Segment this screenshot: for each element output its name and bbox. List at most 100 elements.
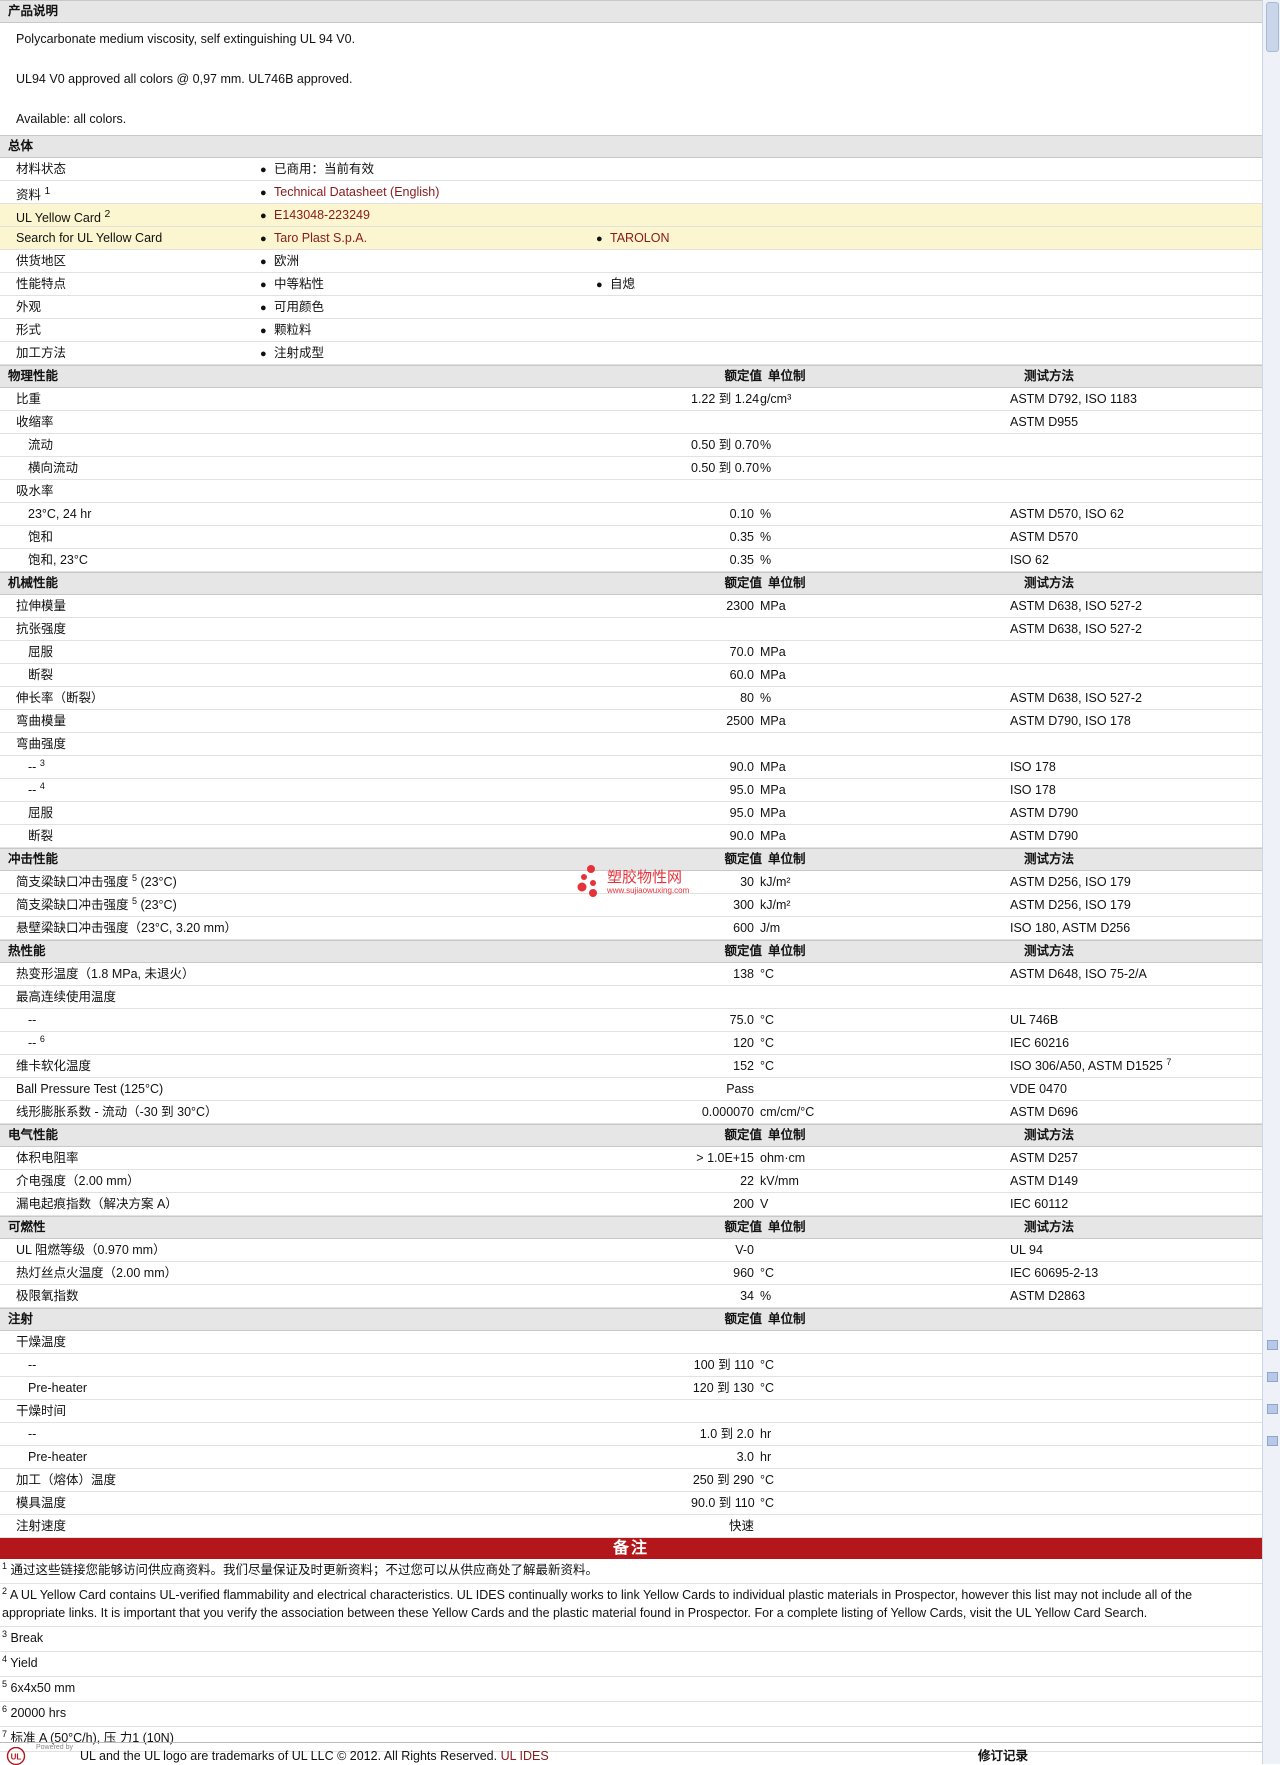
property-name: 屈服 (28, 645, 54, 659)
property-unit: MPa (760, 668, 786, 682)
section-header-description: 产品说明 (0, 0, 1262, 23)
general-link[interactable]: TAROLON (610, 231, 670, 245)
property-row: 吸水率 (0, 480, 1262, 503)
section-header-general: 总体 (0, 135, 1262, 158)
property-value: 0.10 (729, 507, 754, 521)
test-method-text: UL 746B (1010, 1013, 1059, 1027)
footnote-number: 6 (2, 1704, 8, 1714)
test-method: UL 746B (1010, 1009, 1262, 1031)
property-name: 加工（熔体）温度 (16, 1473, 117, 1487)
ul-ides-link[interactable]: UL IDES (501, 1749, 549, 1763)
column-header-method: 测试方法 (1024, 1220, 1075, 1234)
general-row: Search for UL Yellow Card ● Taro Plast S.p… (0, 227, 1262, 250)
footnote-text: 通过这些链接您能够访问供应商资料。我们尽量保证及时更新资料；不过您可以从供应商处… (10, 1563, 599, 1577)
property-row: 漏电起痕指数（解决方案 A） 200 V IEC 60112 (0, 1193, 1262, 1216)
property-value: 0.35 (729, 530, 754, 544)
property-label: 热灯丝点火温度（2.00 mm） (0, 1262, 691, 1284)
property-name: -- (28, 760, 37, 774)
general-info-list: 材料状态 ● 已商用：当前有效 资料 1 ● Technical Datasheet (E… (0, 158, 1262, 365)
property-row: 横向流动 0.50 到 0.70% (0, 457, 1262, 480)
test-method: ASTM D790, ISO 178 (1010, 710, 1262, 732)
property-unit: % (760, 691, 772, 705)
footnote-item: 6 20000 hrs (0, 1702, 1262, 1727)
property-label: 断裂 (0, 825, 691, 847)
general-link[interactable]: Technical Datasheet (English) (274, 185, 439, 199)
property-value: 0.35 (729, 553, 754, 567)
property-value: 1.0 到 2.0 (699, 1427, 754, 1441)
property-unit: kV/mm (760, 1174, 799, 1188)
property-name: Pre-heater (28, 1381, 88, 1395)
property-unit: MPa (760, 714, 786, 728)
general-row: 外观 ● 可用颜色 (0, 296, 1262, 319)
general-row-item: ● 注射成型 (260, 342, 596, 364)
label-text: 加工方法 (16, 346, 67, 360)
property-unit: °C (760, 1013, 775, 1027)
property-value: Pass (726, 1082, 754, 1096)
property-label: 注射速度 (0, 1515, 691, 1537)
property-name: Pre-heater (28, 1450, 88, 1464)
property-name: 饱和 (28, 530, 54, 544)
property-value (691, 480, 754, 502)
property-label: 收缩率 (0, 411, 691, 433)
test-method (1010, 1354, 1262, 1376)
property-unit: MPa (760, 645, 786, 659)
test-method: ASTM D256, ISO 179 (1010, 894, 1262, 916)
property-row: -- 3 90.0 MPa ISO 178 (0, 756, 1262, 779)
test-method-text: ASTM D149 (1010, 1174, 1079, 1188)
scrollbar-thumb[interactable] (1266, 2, 1279, 52)
property-label: 干燥时间 (0, 1400, 691, 1422)
property-unit: °C (760, 1059, 775, 1073)
property-label: 屈服 (0, 802, 691, 824)
property-name: 饱和, 23°C (28, 553, 88, 567)
property-unit (754, 733, 1010, 755)
watermark-url: www.sujiaowuxing.com (607, 886, 690, 895)
footnote-text: Break (10, 1631, 44, 1645)
property-row: 流动 0.50 到 0.70% (0, 434, 1262, 457)
test-method: ASTM D638, ISO 527-2 (1010, 595, 1262, 617)
general-link[interactable]: E143048-223249 (274, 208, 370, 222)
test-method-text: ASTM D638, ISO 527-2 (1010, 599, 1143, 613)
ul-logo-icon: UL (6, 1747, 26, 1765)
property-label: Pre-heater (0, 1377, 691, 1399)
property-label: -- 4 (0, 779, 691, 801)
general-row: 资料 1 ● Technical Datasheet (English) (0, 181, 1262, 204)
test-method (1010, 1400, 1262, 1422)
property-name: 注射速度 (16, 1519, 67, 1533)
general-value: 自熄 (610, 277, 636, 291)
property-row: 拉伸模量 2300 MPa ASTM D638, ISO 527-2 (0, 595, 1262, 618)
property-value (691, 986, 754, 1008)
product-description: Polycarbonate medium viscosity, self ext… (0, 23, 1262, 135)
property-value: 34 (740, 1289, 754, 1303)
property-row: UL 阻燃等级（0.970 mm） V-0 UL 94 (0, 1239, 1262, 1262)
property-condition: (23°C) (137, 875, 177, 889)
property-value: 22 (740, 1174, 754, 1188)
property-value: 60.0 (729, 668, 754, 682)
general-link[interactable]: Taro Plast S.p.A. (274, 231, 367, 245)
property-row: 加工（熔体）温度 250 到 290 °C (0, 1469, 1262, 1492)
property-name: 模具温度 (16, 1496, 67, 1510)
property-unit (754, 618, 1010, 640)
footnote-ref: 6 (39, 1034, 45, 1044)
property-row: -- 6 120 °C IEC 60216 (0, 1032, 1262, 1055)
revision-history-label[interactable]: 修订记录 (978, 1747, 1028, 1765)
column-header-method: 测试方法 (1024, 369, 1075, 383)
footnote-number: 4 (2, 1654, 8, 1664)
property-unit: V (760, 1197, 769, 1211)
vertical-scrollbar[interactable] (1262, 0, 1280, 1764)
property-row: Pre-heater 120 到 130 °C (0, 1377, 1262, 1400)
property-row: 屈服 95.0 MPa ASTM D790 (0, 802, 1262, 825)
property-row: -- 75.0 °C UL 746B (0, 1009, 1262, 1032)
property-row: 模具温度 90.0 到 110 °C (0, 1492, 1262, 1515)
property-value: 95.0 (729, 783, 754, 797)
label-text: 材料状态 (16, 162, 67, 176)
general-value: 已商用：当前有效 (274, 162, 375, 176)
property-name: 屈服 (28, 806, 54, 820)
property-row: 弯曲强度 (0, 733, 1262, 756)
property-name: 比重 (16, 392, 42, 406)
property-label: 伸长率（断裂） (0, 687, 691, 709)
property-value: 75.0 (729, 1013, 754, 1027)
section-title: 总体 (8, 139, 34, 153)
property-row: 热变形温度（1.8 MPa, 未退火） 138 °C ASTM D648, ISO 7… (0, 963, 1262, 986)
general-row-label: 材料状态 (0, 158, 260, 180)
property-label: 横向流动 (0, 457, 691, 479)
